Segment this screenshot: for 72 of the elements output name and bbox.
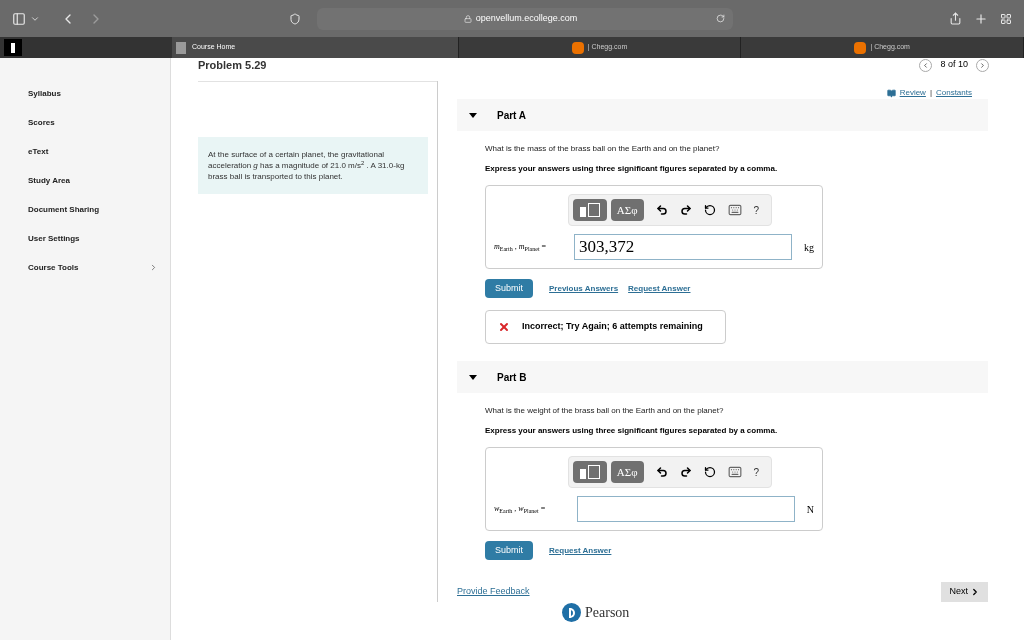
template-icon — [579, 203, 600, 217]
chevron-right-icon — [149, 263, 158, 272]
pearson-logo-icon — [562, 603, 581, 622]
question-text: What is the weight of the brass ball on the Earth and on the planet? — [485, 405, 725, 417]
answer-field[interactable]: 303,372 — [574, 234, 792, 260]
part-title: Part A — [497, 108, 527, 123]
brand-name: Pearson — [585, 604, 630, 622]
part-header[interactable]: Part B — [457, 361, 988, 393]
submit-button[interactable]: Submit — [485, 279, 533, 298]
problem-statement: At the surface of a certain planet, the gravitational acceleration g has a magnitude of 21.0 m/s$^{2}$ . A 31.0-kg brass ball is transported to this planet. — [198, 137, 428, 194]
reset-icon[interactable] — [703, 204, 716, 216]
templates-button[interactable] — [572, 199, 607, 221]
question-text: What is the mass of the brass ball on the Earth and on the planet? — [485, 143, 721, 155]
template-icon — [579, 465, 600, 479]
answer-field[interactable] — [576, 496, 795, 522]
reset-icon[interactable] — [703, 466, 716, 478]
keyboard-icon[interactable] — [727, 465, 742, 479]
book-icon — [886, 88, 896, 98]
undo-icon[interactable] — [655, 204, 668, 216]
link-separator: | — [929, 87, 932, 99]
sidebar-item[interactable]: Syllabus — [28, 79, 158, 108]
lock-icon — [463, 14, 472, 23]
chegg-icon — [571, 41, 584, 54]
redo-icon[interactable] — [679, 204, 692, 216]
tabs-overview-icon[interactable] — [1000, 12, 1012, 25]
unit-label: N — [806, 502, 814, 517]
problem-title: Problem 5.29 — [198, 57, 267, 73]
answer-link[interactable]: Request Answer — [628, 282, 691, 295]
constants-link[interactable]: Constants — [935, 87, 972, 99]
feedback-text: Incorrect; Try Again; 6 attempts remaining — [522, 320, 703, 334]
keyboard-icon[interactable] — [727, 203, 742, 217]
new-tab-icon[interactable] — [974, 11, 988, 26]
sidebar-item[interactable]: Course Tools — [28, 253, 158, 282]
instruction-text: Express your answers using three significant figures separated by a comma. — [485, 163, 779, 175]
undo-icon[interactable] — [655, 466, 668, 478]
chevron-right-icon — [970, 587, 980, 597]
help-button[interactable]: ? — [753, 464, 768, 480]
submit-button[interactable]: Submit — [485, 541, 533, 560]
redo-icon[interactable] — [679, 466, 692, 478]
variable-label: m$_{Earth}$ , m$_{Planet}$ = — [494, 241, 548, 253]
sidebar-item[interactable]: Document Sharing — [28, 195, 158, 224]
unit-label: kg — [804, 240, 814, 255]
answer-link[interactable]: Previous Answers — [549, 282, 619, 295]
address-bar[interactable]: openvellum.ecollege.com — [317, 7, 733, 30]
reload-icon[interactable] — [716, 14, 725, 23]
cross-icon — [498, 321, 510, 333]
url-text: openvellum.ecollege.com — [475, 11, 578, 25]
review-link[interactable]: Review — [899, 87, 926, 99]
pager-text: 8 of 10 — [940, 58, 968, 72]
next-button[interactable]: Next — [941, 582, 988, 602]
answer-link[interactable]: Request Answer — [549, 544, 612, 557]
templates-button[interactable] — [572, 461, 607, 483]
part-header[interactable]: Part A — [457, 99, 988, 131]
share-icon[interactable] — [949, 12, 962, 25]
symbols-button[interactable]: ΑΣφ — [610, 461, 644, 483]
instruction-text: Express your answers using three significant figures separated by a comma. — [485, 425, 779, 437]
sidebar-item[interactable]: User Settings — [28, 224, 158, 253]
sidebar-item[interactable]: eText — [28, 137, 158, 166]
variable-label: w$_{Earth}$ , w$_{Planet}$ = — [494, 503, 547, 515]
chegg-icon — [854, 41, 867, 54]
shield-icon[interactable] — [289, 12, 301, 25]
caret-icon — [469, 112, 477, 118]
feedback-link[interactable]: Provide Feedback — [457, 585, 530, 599]
caret-icon — [469, 374, 477, 380]
symbols-button[interactable]: ΑΣφ — [610, 199, 644, 221]
sidebar-item[interactable]: Scores — [28, 108, 158, 137]
help-button[interactable]: ? — [753, 202, 768, 218]
page-icon — [176, 41, 186, 54]
part-title: Part B — [497, 370, 527, 385]
app-icon[interactable] — [4, 39, 22, 56]
sidebar-item[interactable]: Study Area — [28, 166, 158, 195]
sidebar-icon[interactable] — [12, 11, 26, 26]
